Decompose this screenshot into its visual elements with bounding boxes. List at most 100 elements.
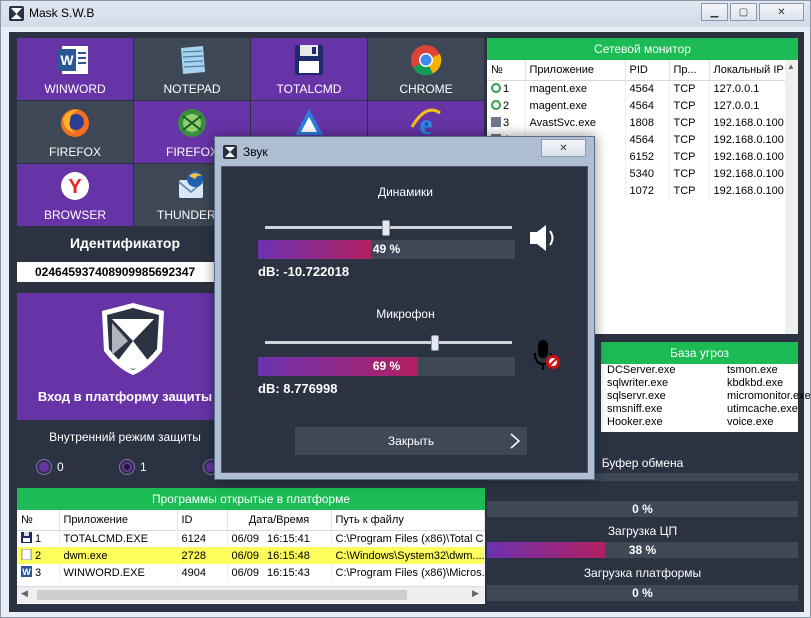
- maximize-button[interactable]: ▢: [730, 3, 757, 21]
- network-cell: 127.0.0.1: [709, 97, 787, 114]
- col-protocol[interactable]: Пр...: [669, 60, 710, 81]
- tile-winword[interactable]: W WINWORD: [17, 38, 133, 100]
- col-local-ip[interactable]: Локальный IP ...: [709, 60, 796, 81]
- tile-firefox[interactable]: FIREFOX: [17, 101, 133, 163]
- program-cell: 6124: [177, 530, 228, 547]
- threat-item: DCServer.exe: [607, 364, 676, 376]
- triangle-app-icon: [292, 107, 326, 139]
- cell-text: TCP: [673, 116, 696, 129]
- vertical-scrollbar[interactable]: ▲: [785, 60, 798, 334]
- network-cell: magent.exe: [525, 80, 626, 97]
- scroll-left-icon[interactable]: ◀: [21, 588, 28, 599]
- login-button[interactable]: Вход в платформу защиты: [17, 293, 233, 420]
- col-app[interactable]: Приложение: [59, 510, 178, 531]
- microphone-db: dB: 8.776998: [258, 381, 338, 396]
- close-icon: ✕: [777, 6, 786, 18]
- network-row[interactable]: 1 magent.exe 4564 TCP 127.0.0.1: [487, 80, 787, 97]
- close-button-label: Закрыть: [387, 434, 435, 448]
- network-cell: 192.168.0.100: [709, 148, 787, 165]
- program-row[interactable]: W 3 WINWORD.EXE 4904 06/09 16:15:43 C:\Program…: [17, 564, 485, 581]
- cell-text: TCP: [673, 184, 696, 197]
- threats-list-right: tsmon.exe kbdkbd.exe micromonitor.exe utimc…: [727, 364, 811, 429]
- firefox-icon: [58, 107, 92, 139]
- magent-icon: [491, 99, 501, 110]
- cell-text: 06/09: [231, 532, 260, 545]
- cell-text: C:\Windows\System32\dwm....: [335, 549, 485, 562]
- network-row[interactable]: 2 magent.exe 4564 TCP 127.0.0.1: [487, 97, 787, 114]
- horizontal-scrollbar[interactable]: ◀ ▶: [17, 586, 485, 603]
- tile-label: CHROME: [399, 82, 453, 96]
- col-datetime[interactable]: Дата/Время: [227, 510, 332, 531]
- firefox-green-icon: [175, 107, 209, 139]
- col-number[interactable]: №: [17, 510, 60, 531]
- cell-time: 16:15:41: [267, 532, 310, 545]
- network-cell: TCP: [669, 114, 710, 131]
- maximize-icon: ▢: [738, 6, 749, 18]
- network-cell: 1072: [625, 182, 670, 199]
- tile-browser[interactable]: Y BROWSER: [17, 164, 133, 226]
- tile-label: WINWORD: [44, 82, 106, 96]
- col-pid[interactable]: PID: [625, 60, 670, 81]
- mode-title: Внутренний режим защиты: [49, 430, 201, 444]
- cell-text: 2: [503, 99, 510, 112]
- network-cell: TCP: [669, 80, 710, 97]
- program-cell: C:\Program Files (x86)\Micros...: [331, 564, 485, 581]
- radio-label: 0: [57, 460, 64, 474]
- network-cell: AvastSvc.exe: [525, 114, 626, 131]
- program-cell: 2: [17, 547, 60, 564]
- cell-time: 16:15:43: [267, 566, 310, 579]
- title-bar[interactable]: Mask S.W.B ▁ ▢ ✕: [1, 1, 810, 27]
- col-number[interactable]: №: [487, 60, 526, 81]
- program-cell: C:\Windows\System32\dwm....: [331, 547, 485, 564]
- network-row[interactable]: 3 AvastSvc.exe 1808 TCP 192.168.0.100: [487, 114, 787, 131]
- threats-title: База угроз: [601, 342, 798, 364]
- col-id[interactable]: ID: [177, 510, 228, 531]
- network-cell: 1808: [625, 114, 670, 131]
- network-cell: 127.0.0.1: [709, 80, 787, 97]
- floppy-icon: [292, 44, 326, 76]
- threat-item: kbdkbd.exe: [727, 377, 784, 389]
- microphone-muted-icon[interactable]: [532, 340, 562, 372]
- process-icon: [491, 116, 501, 127]
- network-cell: TCP: [669, 182, 710, 199]
- platform-load-value: 0 %: [632, 586, 653, 600]
- chrome-icon: [409, 44, 443, 76]
- slider-knob[interactable]: [431, 335, 440, 351]
- cell-text: 5340: [629, 167, 654, 180]
- cell-text: dwm.exe: [63, 549, 108, 562]
- minimize-button[interactable]: ▁: [701, 3, 728, 21]
- tile-chrome[interactable]: CHROME: [368, 38, 484, 100]
- cell-text: 192.168.0.100: [713, 133, 784, 146]
- cell-text: TCP: [673, 82, 696, 95]
- col-app[interactable]: Приложение: [525, 60, 626, 81]
- cell-text: 2: [35, 549, 42, 562]
- cell-text: TCP: [673, 99, 696, 112]
- speaker-icon[interactable]: [528, 223, 560, 253]
- program-row[interactable]: 2 dwm.exe 2728 06/09 16:15:48 C:\Windows\Syst…: [17, 547, 485, 564]
- scroll-right-icon[interactable]: ▶: [472, 588, 479, 599]
- scroll-up-icon[interactable]: ▲: [787, 62, 795, 71]
- mode-radio-1[interactable]: 1: [120, 460, 147, 474]
- scrollbar-thumb[interactable]: [37, 590, 407, 600]
- close-window-button[interactable]: ✕: [759, 3, 804, 21]
- network-cell: 192.168.0.100: [709, 114, 787, 131]
- program-cell: 06/09 16:15:43: [227, 564, 332, 581]
- network-cell: 4564: [625, 80, 670, 97]
- microphone-slider[interactable]: [265, 335, 512, 351]
- microphone-title: Микрофон: [376, 307, 435, 321]
- cell-text: C:\Program Files (x86)\Micros...: [335, 566, 485, 579]
- tile-totalcmd[interactable]: TOTALCMD: [251, 38, 367, 100]
- mode-radio-0[interactable]: 0: [37, 460, 64, 474]
- slider-knob[interactable]: [382, 220, 391, 236]
- dialog-close-button[interactable]: ✕: [541, 139, 586, 157]
- speakers-slider[interactable]: [265, 220, 512, 236]
- tile-notepad[interactable]: NOTEPAD: [134, 38, 250, 100]
- program-row[interactable]: 1 TOTALCMD.EXE 6124 06/09 16:15:41 C:\Program…: [17, 530, 485, 547]
- dialog-close-action-button[interactable]: Закрыть: [295, 427, 527, 455]
- cpu-bar: 38 %: [487, 542, 798, 558]
- network-row-number: 1: [487, 80, 526, 97]
- col-path[interactable]: Путь к файлу: [331, 510, 485, 531]
- tile-label: BROWSER: [43, 208, 106, 222]
- radio-dot-selected: [120, 460, 134, 474]
- cell-text: 06/09: [231, 566, 260, 579]
